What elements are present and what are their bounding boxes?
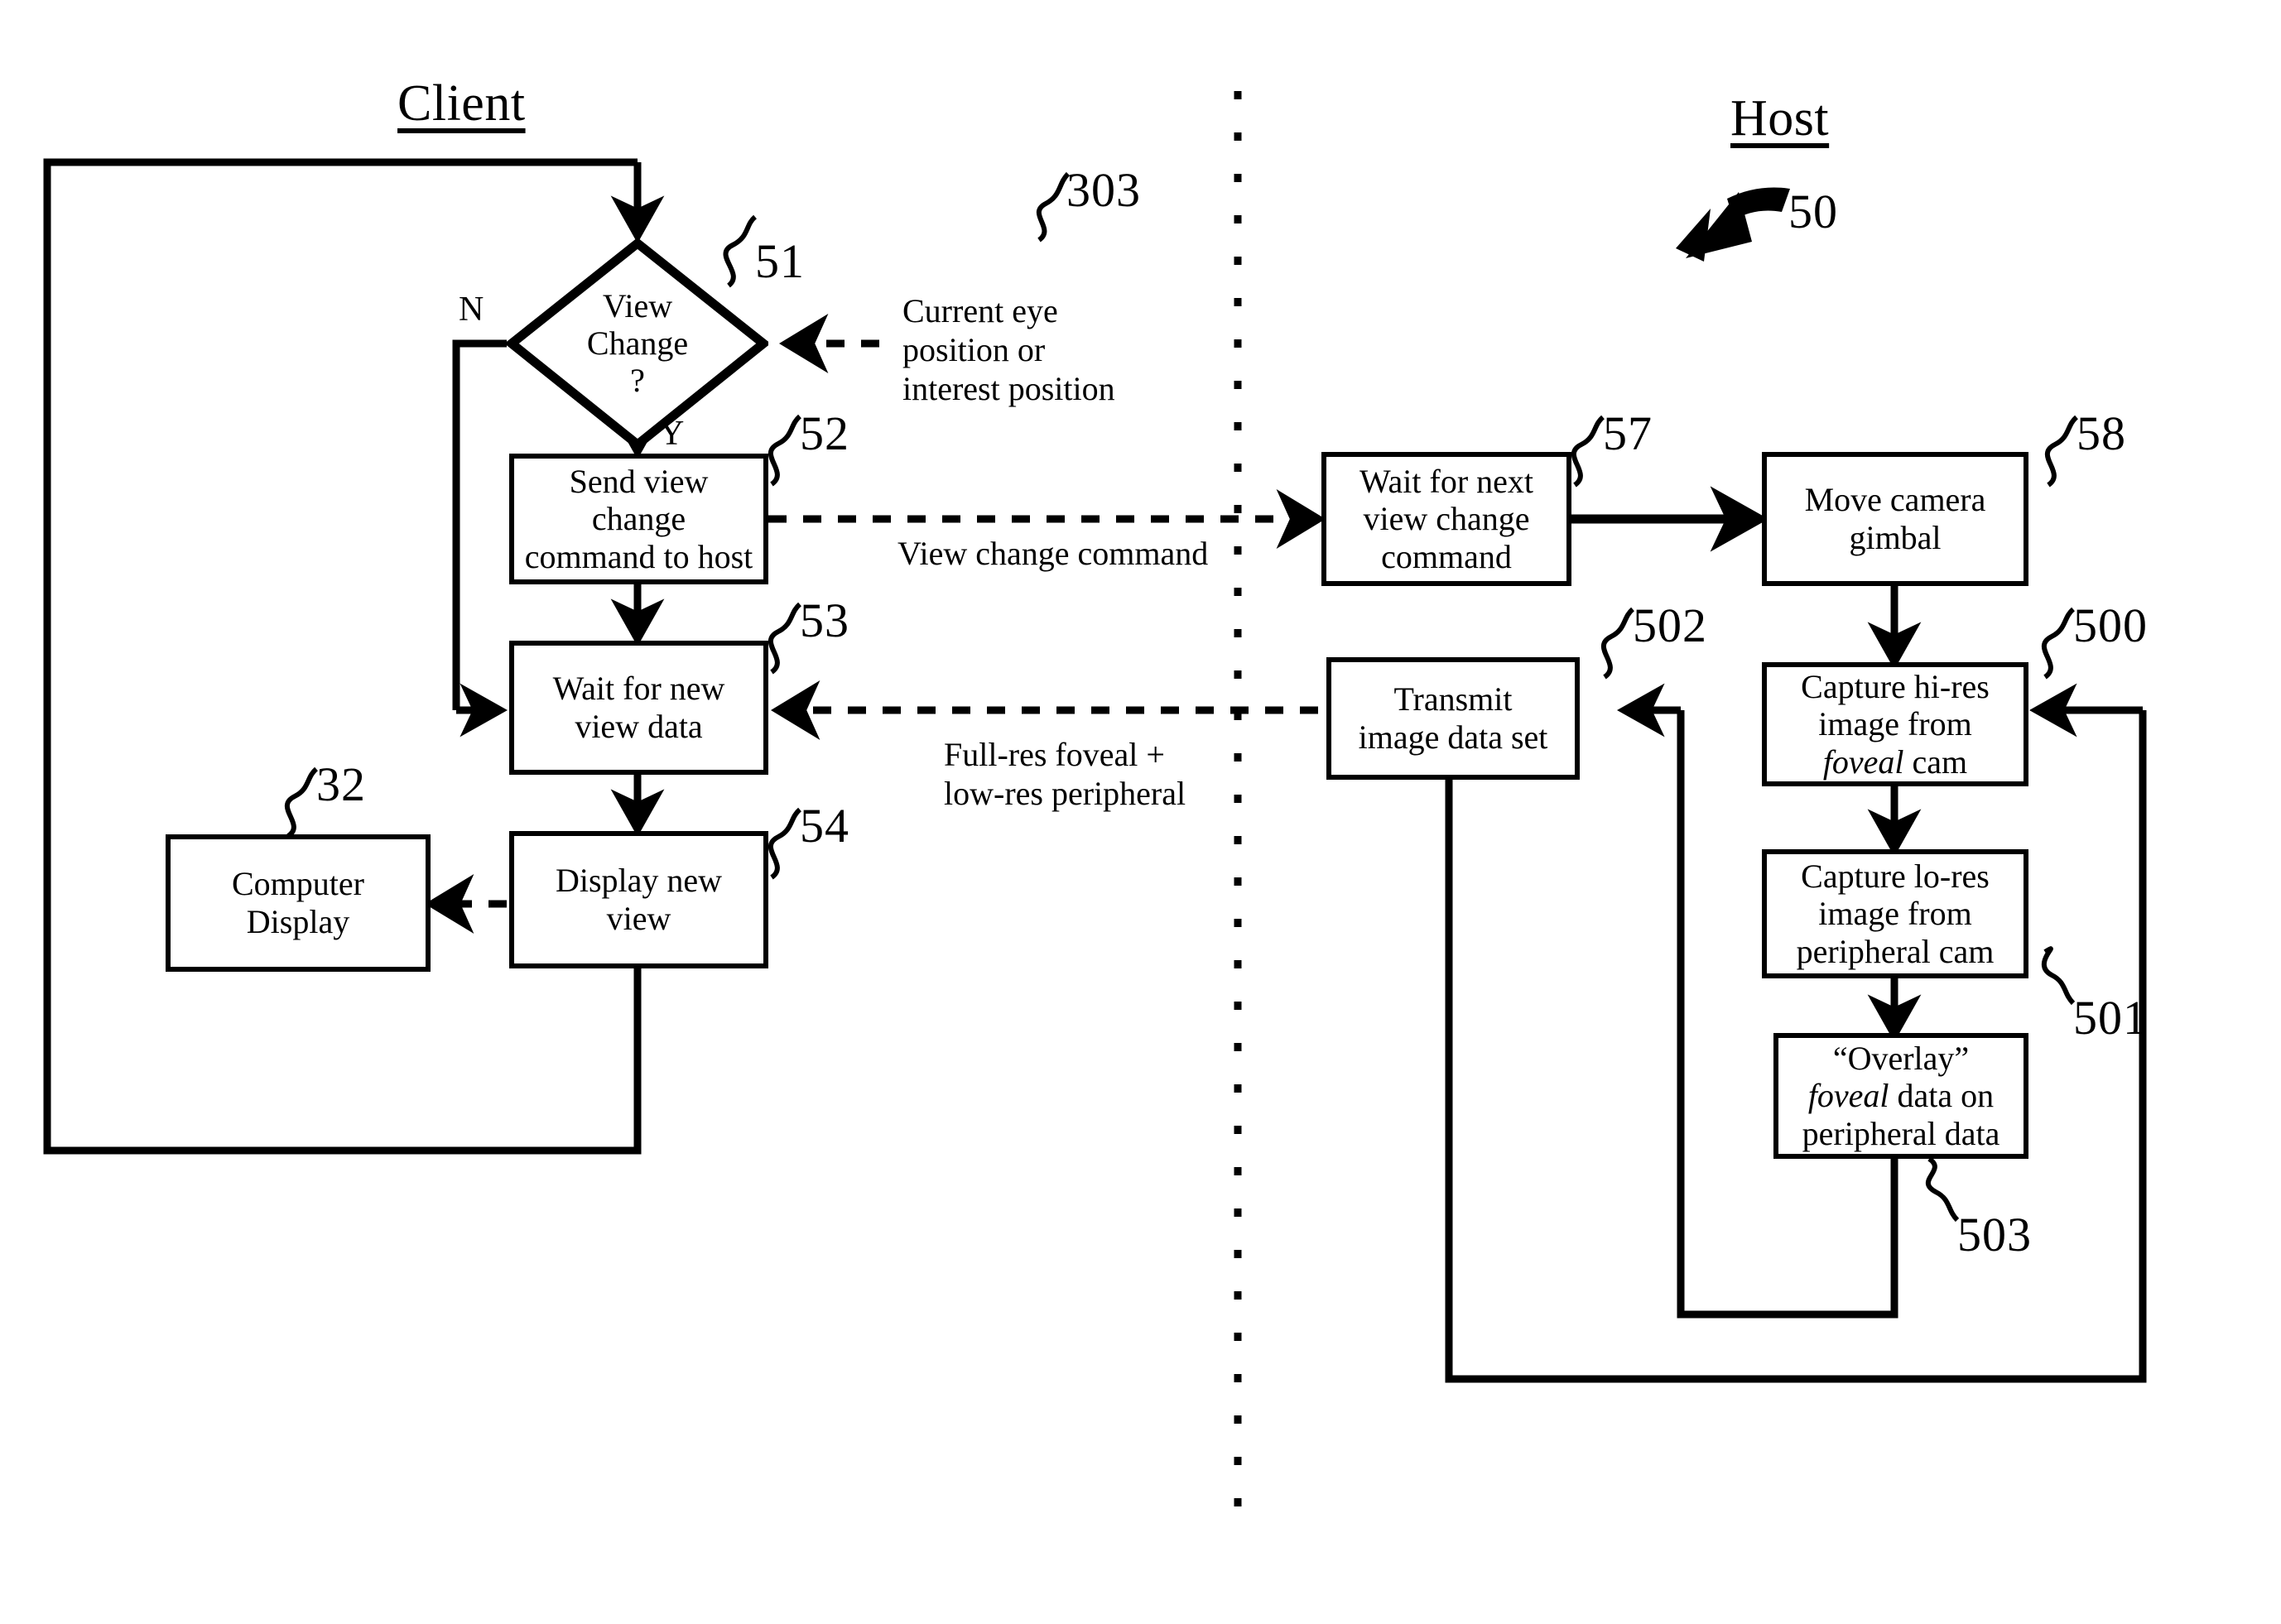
process-box-capture-lo-res[interactable]: Capture lo-res image from peripheral cam bbox=[1762, 849, 2028, 978]
ref-numeral-52: 52 bbox=[800, 406, 849, 460]
process-box-display-new-view-label: Display new view bbox=[555, 862, 723, 937]
process-box-wait-for-next-command-label: Wait for next view change command bbox=[1359, 462, 1534, 575]
ref-numeral-51: 51 bbox=[755, 234, 805, 288]
host-column-title: Host bbox=[1730, 90, 1830, 147]
ref-numeral-500: 500 bbox=[2073, 598, 2148, 652]
process-box-send-view-change-label: Send view change command to host bbox=[524, 462, 753, 575]
process-box-computer-display-label: Computer Display bbox=[232, 865, 364, 940]
process-box-overlay[interactable]: “Overlay” foveal data on peripheral data bbox=[1773, 1033, 2028, 1159]
process-box-overlay-label: “Overlay” foveal data on peripheral data bbox=[1802, 1040, 2000, 1153]
process-box-capture-hi-res[interactable]: Capture hi-res image from foveal cam bbox=[1762, 662, 2028, 786]
wire-503-to-502 bbox=[1677, 710, 1898, 1319]
client-column-title: Client bbox=[397, 75, 526, 132]
decision-view-change[interactable]: View Change ? bbox=[504, 237, 771, 451]
ref-numeral-503: 503 bbox=[1957, 1208, 2032, 1261]
ref-numeral-58: 58 bbox=[2076, 406, 2126, 460]
capture-hi-res-line3: cam bbox=[1903, 742, 1968, 781]
process-box-send-view-change[interactable]: Send view change command to host bbox=[509, 454, 768, 584]
overlay-italic: foveal bbox=[1807, 1077, 1889, 1115]
process-box-move-camera-gimbal-label: Move camera gimbal bbox=[1804, 481, 1986, 556]
process-box-wait-for-new-view-data[interactable]: Wait for new view data bbox=[509, 641, 768, 775]
overlay-line3: peripheral data bbox=[1802, 1114, 2000, 1152]
ref-numeral-53: 53 bbox=[800, 593, 849, 647]
ref-numeral-32: 32 bbox=[316, 757, 366, 811]
ref-numeral-502: 502 bbox=[1633, 598, 1707, 652]
process-box-move-camera-gimbal[interactable]: Move camera gimbal bbox=[1762, 452, 2028, 586]
annotation-current-eye-position: Current eye position or interest positio… bbox=[902, 292, 1115, 408]
capture-hi-res-line1: Capture hi-res bbox=[1801, 667, 1990, 705]
figure-numeral-arrow bbox=[1676, 187, 1790, 262]
ref-numeral-50: 50 bbox=[1788, 185, 1838, 238]
ref-numeral-57: 57 bbox=[1603, 406, 1653, 460]
decision-label: View Change ? bbox=[586, 287, 689, 399]
process-box-capture-hi-res-label: Capture hi-res image from foveal cam bbox=[1801, 668, 1990, 781]
link-label-view-change-command: View change command bbox=[897, 535, 1209, 572]
process-box-wait-for-next-command[interactable]: Wait for next view change command bbox=[1321, 452, 1571, 586]
branch-label-no: N bbox=[459, 291, 484, 329]
capture-hi-res-line2: image from bbox=[1818, 705, 1972, 743]
overlay-line2: data on bbox=[1889, 1077, 1995, 1115]
client-no-branch-wire bbox=[452, 339, 507, 710]
ref-numeral-54: 54 bbox=[800, 799, 849, 853]
process-box-transmit-image-data-set-label: Transmit image data set bbox=[1358, 680, 1548, 756]
process-box-capture-lo-res-label: Capture lo-res image from peripheral cam bbox=[1796, 857, 1995, 970]
process-box-transmit-image-data-set[interactable]: Transmit image data set bbox=[1326, 657, 1580, 780]
patent-figure-canvas: Client Host View Change ? N Y Send view … bbox=[0, 0, 2281, 1624]
link-label-image-data: Full-res foveal + low-res peripheral bbox=[944, 736, 1186, 813]
process-box-wait-for-new-view-data-label: Wait for new view data bbox=[552, 670, 725, 745]
process-box-computer-display[interactable]: Computer Display bbox=[166, 834, 431, 972]
process-box-display-new-view[interactable]: Display new view bbox=[509, 831, 768, 968]
branch-label-yes: Y bbox=[659, 415, 685, 453]
ref-numeral-501: 501 bbox=[2073, 991, 2148, 1045]
overlay-line1: “Overlay” bbox=[1832, 1039, 1970, 1077]
ref-numeral-303: 303 bbox=[1066, 163, 1141, 217]
capture-hi-res-italic: foveal bbox=[1822, 742, 1904, 781]
